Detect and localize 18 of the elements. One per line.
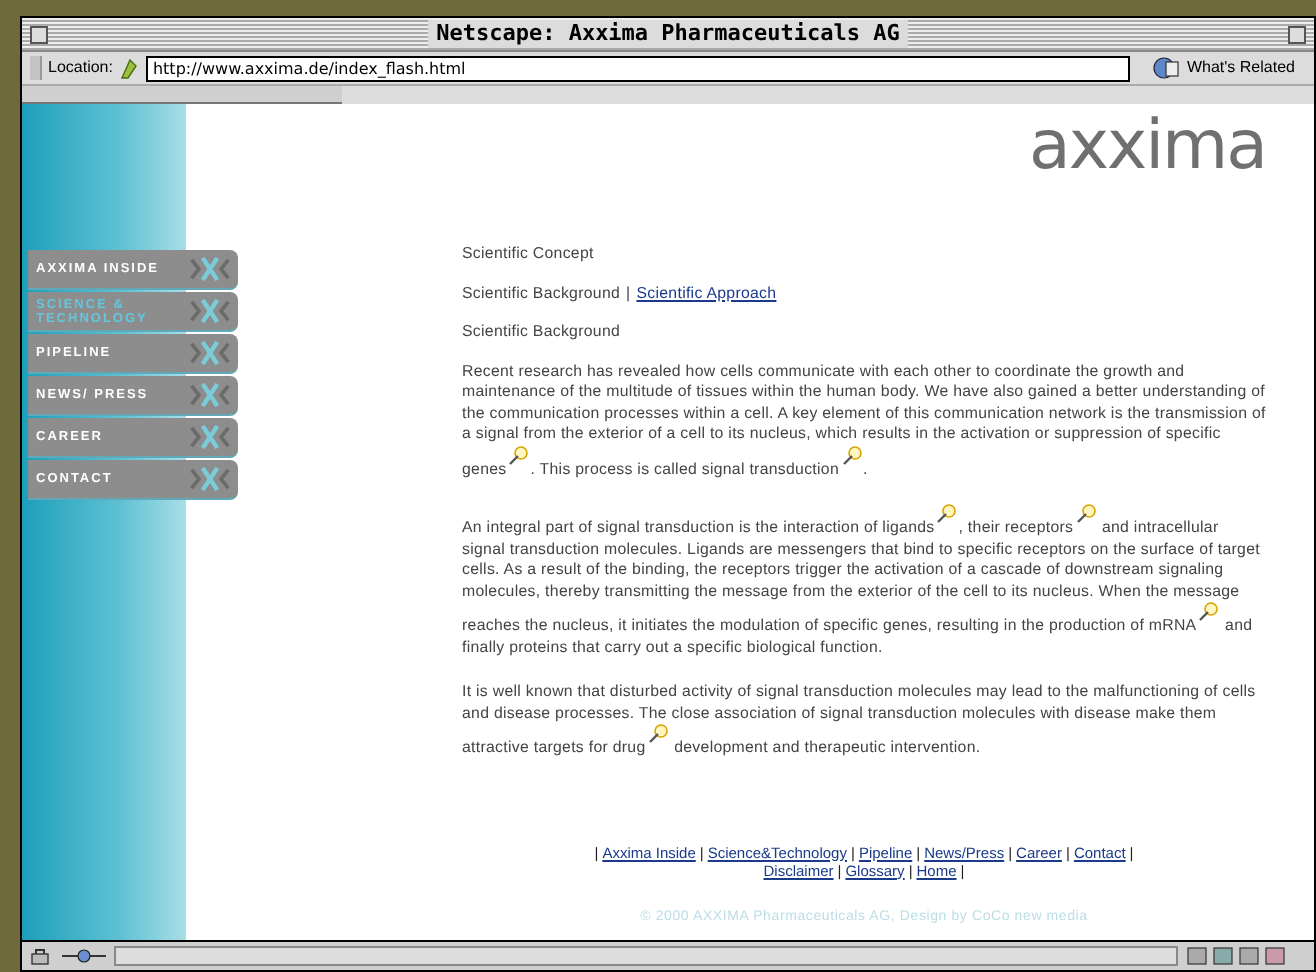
close-box[interactable] [30,25,48,43]
globe-icon[interactable] [1152,56,1181,80]
bookmark-icon[interactable] [118,57,141,79]
toolbar-grip[interactable] [30,56,42,80]
url-field[interactable]: http://www.axxima.de/index_flash.html [146,55,1131,81]
location-label: Location: [48,56,113,80]
x-mark-icon [188,340,232,366]
x-mark-icon [188,256,232,282]
security-lock-icon[interactable] [30,946,54,966]
whats-related-label[interactable]: What's Related [1186,56,1295,80]
window-title: Netscape: Axxima Pharmaceuticals AG [428,20,908,48]
zoom-box[interactable] [1288,25,1306,43]
connection-icon[interactable] [62,948,106,964]
axxima-logo: axxima [1028,116,1266,176]
x-mark-icon [188,424,232,450]
x-mark-icon [188,298,232,324]
x-mark-icon [188,466,232,492]
x-mark-icon [188,382,232,408]
